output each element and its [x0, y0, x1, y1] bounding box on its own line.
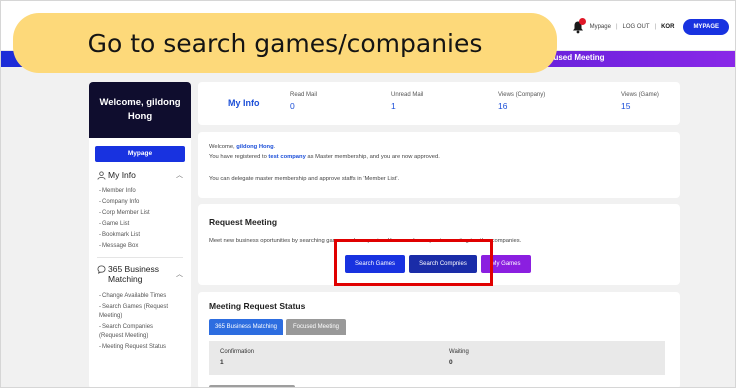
- sidebar-item-game-list[interactable]: -Game List: [89, 219, 191, 230]
- top-nav: Mypage | LOG OUT | KOR MYPAGE: [571, 18, 729, 35]
- welcome-message-card: Welcome, gildong Hong. You have register…: [198, 132, 680, 198]
- registration-line: You have registered to test company as M…: [209, 154, 440, 160]
- stat-unread-mail[interactable]: Unread Mail 1: [391, 92, 423, 111]
- separator: |: [615, 24, 618, 30]
- instruction-text: Go to search games/companies: [87, 28, 483, 58]
- my-info-title[interactable]: My Info: [228, 98, 260, 108]
- user-icon: [97, 170, 106, 180]
- delegate-line: You can delegate master membership and a…: [209, 176, 400, 182]
- sidebar-item-bookmark-list[interactable]: -Bookmark List: [89, 230, 191, 241]
- stat-views-game[interactable]: Views (Game) 15: [621, 92, 659, 111]
- chat-bubble-icon: [97, 265, 106, 274]
- bell-icon[interactable]: [571, 18, 586, 34]
- sidebar-section-business-matching[interactable]: 365 Business Matching ︿: [89, 264, 191, 284]
- instruction-callout: Go to search games/companies: [13, 13, 557, 73]
- stat-read-mail[interactable]: Read Mail 0: [290, 92, 317, 111]
- company-name[interactable]: test company: [268, 154, 305, 160]
- meeting-status-title: Meeting Request Status: [209, 301, 306, 311]
- sidebar-section-label: My Info: [108, 170, 136, 180]
- welcome-line: Welcome, gildong Hong.: [209, 144, 276, 150]
- sidebar-item-search-games[interactable]: -Search Games (Request Meeting): [89, 303, 181, 321]
- meeting-request-status-card: Meeting Request Status 365 Business Matc…: [198, 292, 680, 387]
- sidebar-item-member-info[interactable]: -Member Info: [89, 186, 191, 197]
- sidebar-item-corp-member-list[interactable]: -Corp Member List: [89, 208, 191, 219]
- sidebar-item-meeting-request-status[interactable]: -Meeting Request Status: [89, 343, 191, 352]
- divider: [97, 257, 183, 258]
- confirmation-count: Confirmation 1: [220, 349, 255, 366]
- mypage-button[interactable]: MYPAGE: [683, 19, 729, 35]
- user-name: gildong Hong: [236, 144, 274, 150]
- tab-focused-meeting[interactable]: Focused Meeting: [286, 319, 346, 335]
- mypage-link[interactable]: Mypage: [590, 24, 611, 30]
- sidebar-item-message-box[interactable]: -Message Box: [89, 241, 191, 252]
- page: Mypage | LOG OUT | KOR MYPAGE cused Meet…: [0, 0, 736, 388]
- separator: |: [654, 24, 657, 30]
- stat-views-company[interactable]: Views (Company) 16: [498, 92, 545, 111]
- waiting-count: Waiting 0: [449, 349, 469, 366]
- sidebar-item-change-available-times[interactable]: -Change Available Times: [89, 292, 191, 301]
- sidebar-mypage-button[interactable]: Mypage: [95, 146, 185, 162]
- chevron-up-icon[interactable]: ︿: [176, 170, 183, 180]
- chevron-up-icon[interactable]: ︿: [176, 269, 183, 279]
- notification-dot: [578, 18, 586, 25]
- tab-365-business-matching[interactable]: 365 Business Matching: [209, 319, 283, 335]
- sidebar-item-company-info[interactable]: -Company Info: [89, 197, 191, 208]
- welcome-banner: Welcome, gildong Hong: [89, 82, 191, 138]
- highlight-box: [334, 239, 493, 286]
- sidebar-section-my-info[interactable]: My Info ︿: [89, 170, 191, 180]
- sidebar-item-search-companies[interactable]: -Search Companies (Request Meeting): [89, 323, 169, 341]
- focused-meeting-nav[interactable]: cused Meeting: [549, 53, 605, 62]
- language-kor-link[interactable]: KOR: [661, 24, 674, 30]
- my-info-card: My Info Read Mail 0 Unread Mail 1 Views …: [198, 82, 680, 125]
- status-summary: Confirmation 1 Waiting 0: [209, 341, 665, 375]
- request-meeting-title: Request Meeting: [209, 217, 278, 227]
- sidebar-section-label: 365 Business Matching: [108, 264, 160, 284]
- sidebar: Welcome, gildong Hong Mypage My Info ︿ -…: [89, 82, 191, 387]
- business-submenu: -Change Available Times -Search Games (R…: [89, 292, 191, 352]
- my-info-submenu: -Member Info -Company Info -Corp Member …: [89, 186, 191, 252]
- logout-link[interactable]: LOG OUT: [623, 24, 650, 30]
